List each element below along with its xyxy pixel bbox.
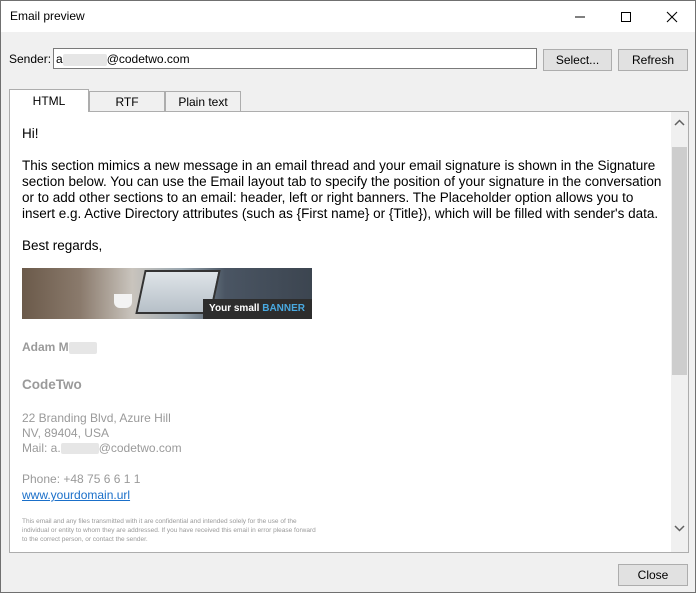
disclaimer: This email and any files transmitted wit… bbox=[22, 518, 316, 543]
redacted-text bbox=[60, 443, 99, 455]
chevron-up-icon bbox=[674, 119, 685, 126]
signature-phone: Phone: +48 75 6 6 1 1 bbox=[22, 472, 141, 486]
sender-value-suffix: @codetwo.com bbox=[106, 52, 190, 66]
refresh-button[interactable]: Refresh bbox=[618, 49, 688, 71]
title-bar: Email preview bbox=[1, 1, 695, 32]
banner-label: Your small BANNER bbox=[203, 299, 312, 319]
signature-company: CodeTwo bbox=[22, 377, 82, 392]
signature-name: Adam M bbox=[22, 339, 662, 355]
email-preview-window: Email preview Sender: a @codetwo.com Sele… bbox=[0, 0, 696, 593]
chevron-down-icon bbox=[674, 525, 685, 532]
sender-label: Sender: bbox=[9, 52, 52, 66]
email-body: This section mimics a new message in an … bbox=[22, 158, 662, 221]
maximize-icon bbox=[621, 11, 631, 22]
close-button[interactable]: Close bbox=[618, 564, 688, 586]
signature-mail: Mail: a. @codetwo.com bbox=[22, 441, 662, 456]
window-title: Email preview bbox=[10, 9, 85, 23]
maximize-button[interactable] bbox=[603, 1, 649, 32]
scroll-up-button[interactable] bbox=[671, 114, 688, 131]
redacted-text bbox=[62, 53, 107, 66]
vertical-scrollbar[interactable] bbox=[671, 112, 688, 552]
banner-highlight: BANNER bbox=[262, 303, 305, 314]
redacted-text bbox=[68, 341, 97, 354]
mail-suffix: @codetwo.com bbox=[98, 441, 182, 455]
banner-image: Your small BANNER bbox=[22, 268, 312, 319]
closing: Best regards, bbox=[22, 238, 103, 253]
tab-plain-text[interactable]: Plain text bbox=[165, 91, 241, 111]
banner-text: Your small bbox=[209, 303, 263, 314]
scroll-down-button[interactable] bbox=[671, 520, 688, 537]
scroll-thumb[interactable] bbox=[672, 147, 687, 375]
mail-prefix: Mail: a. bbox=[22, 441, 61, 455]
website-link[interactable]: www.yourdomain.url bbox=[22, 487, 662, 503]
tab-html[interactable]: HTML bbox=[9, 89, 89, 112]
signature-name-text: Adam M bbox=[22, 340, 69, 354]
email-content: Hi! This section mimics a new message in… bbox=[22, 126, 662, 544]
select-button[interactable]: Select... bbox=[543, 49, 612, 71]
address-line1: 22 Branding Blvd, Azure Hill bbox=[22, 411, 171, 425]
sender-input[interactable]: a @codetwo.com bbox=[53, 48, 537, 69]
close-icon bbox=[666, 11, 678, 22]
tab-rtf[interactable]: RTF bbox=[89, 91, 165, 111]
minimize-button[interactable] bbox=[557, 1, 603, 32]
banner-cup-graphic bbox=[114, 294, 132, 308]
email-preview-pane[interactable]: Hi! This section mimics a new message in… bbox=[9, 111, 689, 553]
sender-value-prefix: a bbox=[56, 52, 63, 66]
close-window-button[interactable] bbox=[649, 1, 695, 32]
address-line2: NV, 89404, USA bbox=[22, 426, 109, 440]
greeting: Hi! bbox=[22, 126, 39, 141]
signature-address: 22 Branding Blvd, Azure Hill NV, 89404, … bbox=[22, 411, 662, 456]
minimize-icon bbox=[575, 16, 585, 17]
